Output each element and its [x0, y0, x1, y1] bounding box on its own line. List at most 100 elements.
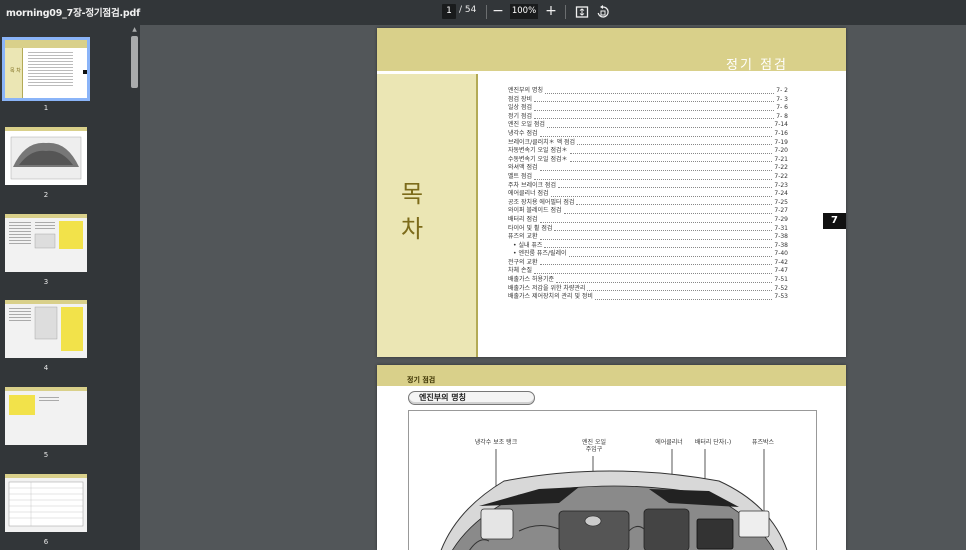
- total-pages: / 54: [459, 5, 477, 15]
- toc-entry-title: • 실내 퓨즈: [513, 241, 543, 249]
- thumbnail-label: 6: [43, 538, 49, 546]
- toc-entry-title: 주차 브레이크 점검: [508, 181, 556, 189]
- page-thumbnail-4[interactable]: [5, 300, 87, 358]
- toc-leader-dots: [545, 92, 775, 94]
- toc-entry-page: 7-40: [774, 250, 788, 258]
- toc-leader-dots: [576, 204, 773, 206]
- toc-heading: 목 차: [401, 180, 432, 243]
- rotate-icon[interactable]: [595, 4, 611, 20]
- toc-entry-page: 7- 3: [776, 95, 788, 103]
- toc-entry-page: 7-29: [774, 215, 788, 223]
- toc-leader-dots: [534, 118, 775, 120]
- sidebar-scrollbar-track[interactable]: [129, 25, 140, 550]
- toc-entry-page: 7-38: [774, 233, 788, 241]
- toc-leader-dots: [534, 178, 773, 180]
- toc-leader-dots: [569, 161, 773, 163]
- toc-entry-title: 배터리 점검: [508, 215, 538, 223]
- zoom-level-input[interactable]: 100%: [510, 4, 538, 19]
- toc-entry: 배출가스 허용기준 7-51: [508, 276, 788, 285]
- toc-leader-dots: [554, 230, 773, 232]
- toc-entry-page: 7-14: [774, 121, 788, 129]
- toc-entry: 타이어 및 휠 점검 7-31: [508, 225, 788, 234]
- toc-entry-title: 배출가스 허용기준: [508, 276, 555, 284]
- toc-entry: 주차 브레이크 점검 7-23: [508, 182, 788, 191]
- toc-entry-page: 7-52: [774, 284, 788, 292]
- toc-entry-title: 와셔액 점검: [508, 164, 538, 172]
- page-thumbnail-3[interactable]: [5, 214, 87, 272]
- pdf-toolbar: morning09_7장-정기점검.pdf 1 / 54 − 100% +: [0, 0, 966, 25]
- toc-entry-page: 7-24: [774, 190, 788, 198]
- thumbnail-label: 2: [43, 191, 49, 199]
- toc-leader-dots: [539, 264, 773, 266]
- toc-entry-page: 7-20: [774, 147, 788, 155]
- toc-side-panel: 목 차: [377, 74, 478, 357]
- toc-entry-page: 7- 6: [776, 104, 788, 112]
- thumbnail-label: 3: [43, 278, 49, 286]
- document-title: morning09_7장-정기점검.pdf: [6, 8, 141, 19]
- toc-entry-page: 7-22: [774, 164, 788, 172]
- toc-entry: 퓨즈의 교환 7-38: [508, 233, 788, 242]
- toc-entry-title: 퓨즈의 교환: [508, 233, 538, 241]
- toc-entry-page: 7- 8: [776, 112, 788, 120]
- thumbnail-label: 4: [43, 364, 49, 372]
- toc-entry-title: 배출가스 제어장치의 관리 및 정비: [508, 293, 593, 301]
- toc-entry-title: 차체 손질: [508, 267, 532, 275]
- toc-entry-page: 7-21: [774, 155, 788, 163]
- engine-bay-figure: 냉각수 보조 탱크 엔진 오일 주입구 에어클리너 배터리 단자(-) 퓨즈박스: [408, 410, 817, 550]
- fit-page-icon[interactable]: [574, 4, 590, 20]
- toc-entry-page: 7-19: [774, 138, 788, 146]
- toc-entry-title: 배출가스 저감을 위한 차량관리: [508, 284, 586, 292]
- toc-leader-dots: [556, 281, 773, 283]
- thumbnail-label: 1: [43, 104, 49, 112]
- toc-entry-page: 7-22: [774, 172, 788, 180]
- toc-entry-title: 에어클리너 점검: [508, 190, 549, 198]
- page-thumbnail-1[interactable]: 목 차: [2, 37, 90, 101]
- toc-entry-page: 7-53: [774, 293, 788, 301]
- current-page-input[interactable]: 1: [442, 4, 456, 19]
- toc-entry: 차체 손질 7-47: [508, 267, 788, 276]
- toc-entry: 브레이크/클러치＊ 액 점검 7-19: [508, 139, 788, 148]
- zoom-in-button[interactable]: +: [542, 2, 560, 21]
- toc-entry-title: 일상 점검: [508, 104, 532, 112]
- header-band: [377, 365, 846, 386]
- toc-leader-dots: [577, 144, 773, 146]
- page-thumbnail-5[interactable]: [5, 387, 87, 445]
- page-thumbnail-6[interactable]: [5, 474, 87, 532]
- toc-entry-page: 7- 2: [776, 87, 788, 94]
- toc-entry-page: 7-23: [774, 181, 788, 189]
- svg-text:목 차: 목 차: [10, 67, 21, 74]
- toc-entry-page: 7-51: [774, 276, 788, 284]
- toc-leader-dots: [557, 187, 773, 189]
- toc-leader-dots: [544, 247, 773, 249]
- toc-leader-dots: [550, 195, 773, 197]
- toc-entry: 에어클리너 점검 7-24: [508, 190, 788, 199]
- toc-leader-dots: [539, 221, 773, 223]
- toc-leader-dots: [594, 298, 773, 300]
- toc-entry: 와셔액 점검 7-22: [508, 164, 788, 173]
- toc-entry-title: 와이퍼 블레이드 점검: [508, 207, 562, 215]
- toc-entry-page: 7-42: [774, 258, 788, 266]
- toc-entry-page: 7-31: [774, 224, 788, 232]
- pdf-page-2: 정기 점검 엔진부의 명칭 냉각수 보조 탱크 엔진 오일 주입구 에어클리너 …: [377, 365, 846, 550]
- zoom-out-button[interactable]: −: [489, 2, 507, 21]
- toc-entry-title: 벨트 점검: [508, 172, 532, 180]
- page-band-title: 정기 점검: [407, 376, 436, 384]
- toc-entry: 수동변속기 오일 점검＊ 7-21: [508, 156, 788, 165]
- toc-leader-dots: [534, 273, 773, 275]
- toc-leader-dots: [539, 238, 773, 240]
- toc-entry: 벨트 점검 7-22: [508, 173, 788, 182]
- toc-entry-title: 타이어 및 휠 점검: [508, 224, 553, 232]
- toc-leader-dots: [534, 101, 775, 103]
- toc-entry-title: 엔진부의 명칭: [508, 87, 544, 94]
- scroll-up-arrow-icon[interactable]: ▲: [131, 27, 138, 33]
- toc-entry-page: 7-25: [774, 198, 788, 206]
- toc-leader-dots: [587, 290, 773, 292]
- page-thumbnail-2[interactable]: [5, 127, 87, 185]
- thumbnail-label: 5: [43, 451, 49, 459]
- toc-entry-title: 엔진 오일 점검: [508, 121, 545, 129]
- toc-leader-dots: [569, 152, 773, 154]
- sidebar-scrollbar-thumb[interactable]: [131, 36, 138, 88]
- section-title: 엔진부의 명칭: [419, 393, 466, 402]
- toc-entry: 배출가스 저감을 위한 차량관리 7-52: [508, 285, 788, 294]
- toolbar-divider: [486, 5, 487, 19]
